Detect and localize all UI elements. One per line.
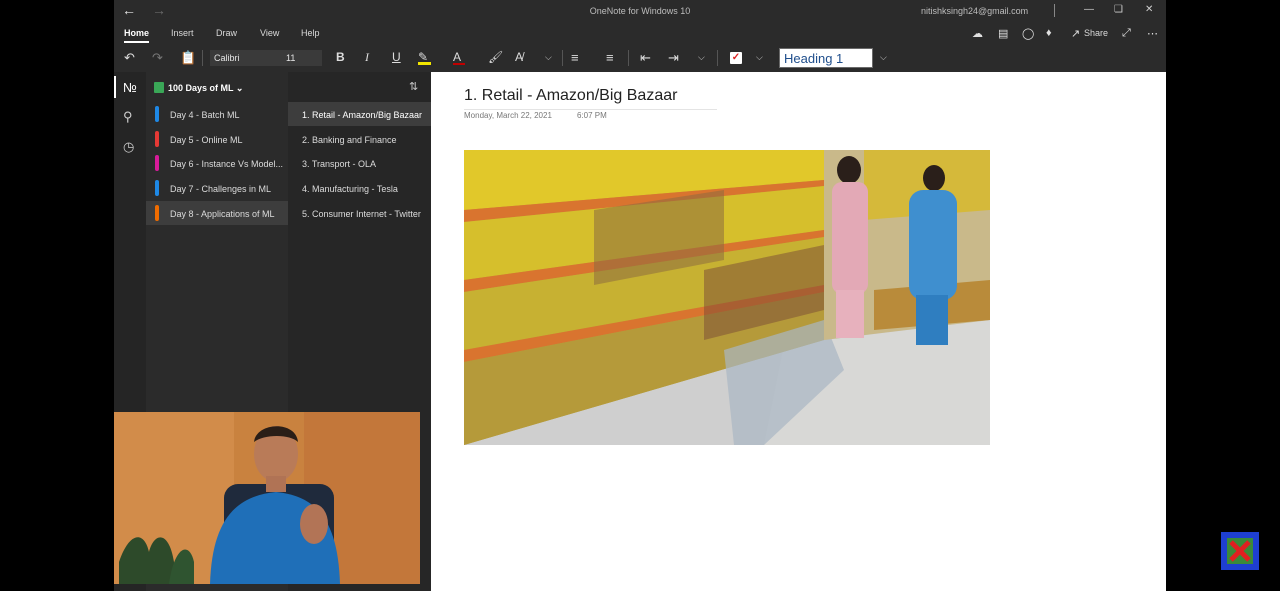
tab-help[interactable]: Help: [301, 28, 320, 38]
section-item[interactable]: Day 4 - Batch ML: [146, 102, 288, 126]
page-time: 6:07 PM: [577, 111, 607, 120]
page-item[interactable]: 3. Transport - OLA: [288, 151, 431, 175]
highlight-icon[interactable]: ✎: [418, 50, 431, 65]
tab-view[interactable]: View: [260, 28, 279, 38]
section-label: Day 5 - Online ML: [170, 135, 243, 145]
section-color-tab: [155, 155, 159, 171]
bullets-icon[interactable]: ≡: [571, 50, 579, 65]
search-icon[interactable]: ⚲: [123, 109, 133, 125]
minimize-icon[interactable]: —: [1084, 4, 1094, 15]
section-item[interactable]: Day 5 - Online ML: [146, 127, 288, 151]
channel-logo-icon: [1221, 532, 1259, 570]
clock-icon[interactable]: ◷: [123, 139, 134, 155]
section-color-tab: [155, 180, 159, 196]
supermarket-photo[interactable]: [464, 150, 990, 445]
toolbar-separator: [202, 50, 203, 66]
numbering-icon[interactable]: ≡: [606, 50, 614, 65]
section-item[interactable]: Day 7 - Challenges in ML: [146, 176, 288, 200]
page-item[interactable]: 4. Manufacturing - Tesla: [288, 176, 431, 200]
underline-button[interactable]: U: [392, 50, 401, 64]
section-label: Day 7 - Challenges in ML: [170, 184, 272, 194]
undo-icon[interactable]: ↶: [124, 50, 135, 66]
chevron-down-icon[interactable]: ⌵: [545, 52, 552, 63]
todo-tag-icon[interactable]: ✓: [730, 52, 742, 64]
page-item[interactable]: 5. Consumer Internet - Twitter: [288, 201, 431, 225]
section-color-tab: [155, 131, 159, 147]
section-item-active[interactable]: Day 8 - Applications of ML: [146, 201, 288, 225]
share-button[interactable]: Share: [1084, 28, 1108, 38]
notebook-name: 100 Days of ML: [168, 83, 234, 93]
account-email[interactable]: nitishksingh24@gmail.com: [921, 6, 1028, 16]
format-painter-icon[interactable]: 🖌: [488, 50, 503, 64]
notebook-view-icon[interactable]: ▤: [998, 27, 1008, 40]
bold-button[interactable]: B: [336, 50, 345, 64]
redo-icon[interactable]: ↷: [152, 50, 163, 66]
notebooks-icon[interactable]: №: [123, 80, 137, 95]
clipboard-icon[interactable]: 📋: [180, 50, 196, 66]
page-item-active[interactable]: 1. Retail - Amazon/Big Bazaar: [288, 102, 431, 126]
notebook-selector[interactable]: 100 Days of ML ⌄: [154, 82, 243, 94]
bell-icon[interactable]: ♦: [1046, 27, 1052, 39]
fullscreen-icon[interactable]: ⤢: [1122, 27, 1131, 40]
section-label: Day 8 - Applications of ML: [170, 209, 275, 219]
title-bar: ← → OneNote for Windows 10 nitishksingh2…: [114, 0, 1166, 22]
sync-icon[interactable]: ☁: [972, 27, 983, 40]
section-color-tab: [155, 205, 159, 221]
title-separator: [1054, 4, 1055, 17]
toolbar-separator: [562, 50, 563, 66]
style-selector[interactable]: Heading 1: [779, 48, 873, 68]
section-color-tab: [155, 106, 159, 122]
section-label: Day 6 - Instance Vs Model...: [170, 159, 284, 169]
clear-format-icon[interactable]: A̸: [515, 50, 523, 64]
webcam-overlay: [114, 412, 420, 584]
title-underline: [464, 109, 717, 110]
notebook-icon: [154, 82, 164, 93]
section-label: Day 4 - Batch ML: [170, 110, 240, 120]
tab-home[interactable]: Home: [124, 28, 150, 43]
italic-button[interactable]: I: [365, 50, 369, 65]
page-canvas[interactable]: 1. Retail - Amazon/Big Bazaar Monday, Ma…: [431, 72, 1166, 591]
toolbar-separator: [628, 50, 629, 66]
ribbon-tabs: Home Insert Draw View Help ☁ ▤ ◯ ♦ ↗ Sha…: [114, 22, 1166, 44]
lightbulb-icon[interactable]: ◯: [1022, 27, 1034, 40]
chevron-down-icon[interactable]: ⌵: [880, 52, 887, 63]
toolbar-separator: [717, 50, 718, 66]
share-icon[interactable]: ↗: [1071, 27, 1080, 40]
restore-icon[interactable]: ❏: [1114, 4, 1123, 15]
tab-insert[interactable]: Insert: [171, 28, 194, 38]
tab-draw[interactable]: Draw: [216, 28, 237, 38]
chevron-down-icon: ⌄: [235, 83, 244, 93]
close-icon[interactable]: ✕: [1145, 4, 1153, 15]
page-title[interactable]: 1. Retail - Amazon/Big Bazaar: [464, 87, 677, 105]
more-icon[interactable]: ⋯: [1147, 27, 1158, 40]
page-item[interactable]: 2. Banking and Finance: [288, 127, 431, 151]
section-item[interactable]: Day 6 - Instance Vs Model...: [146, 151, 288, 175]
page-date: Monday, March 22, 2021: [464, 111, 552, 120]
font-color-icon[interactable]: A: [453, 50, 465, 65]
chevron-down-icon[interactable]: ⌵: [698, 52, 705, 63]
chevron-down-icon[interactable]: ⌵: [756, 52, 763, 63]
sort-icon[interactable]: ⇅: [409, 80, 418, 93]
outdent-icon[interactable]: ⇤: [640, 50, 651, 66]
home-toolbar: ↶ ↷ 📋 Calibri 11 B I U ✎ A 🖌 A̸ ⌵ ≡ ≡ ⇤ …: [114, 44, 1166, 72]
indent-icon[interactable]: ⇥: [668, 50, 679, 66]
font-size-field[interactable]: 11: [282, 50, 322, 66]
rail-active-indicator: [114, 76, 116, 98]
